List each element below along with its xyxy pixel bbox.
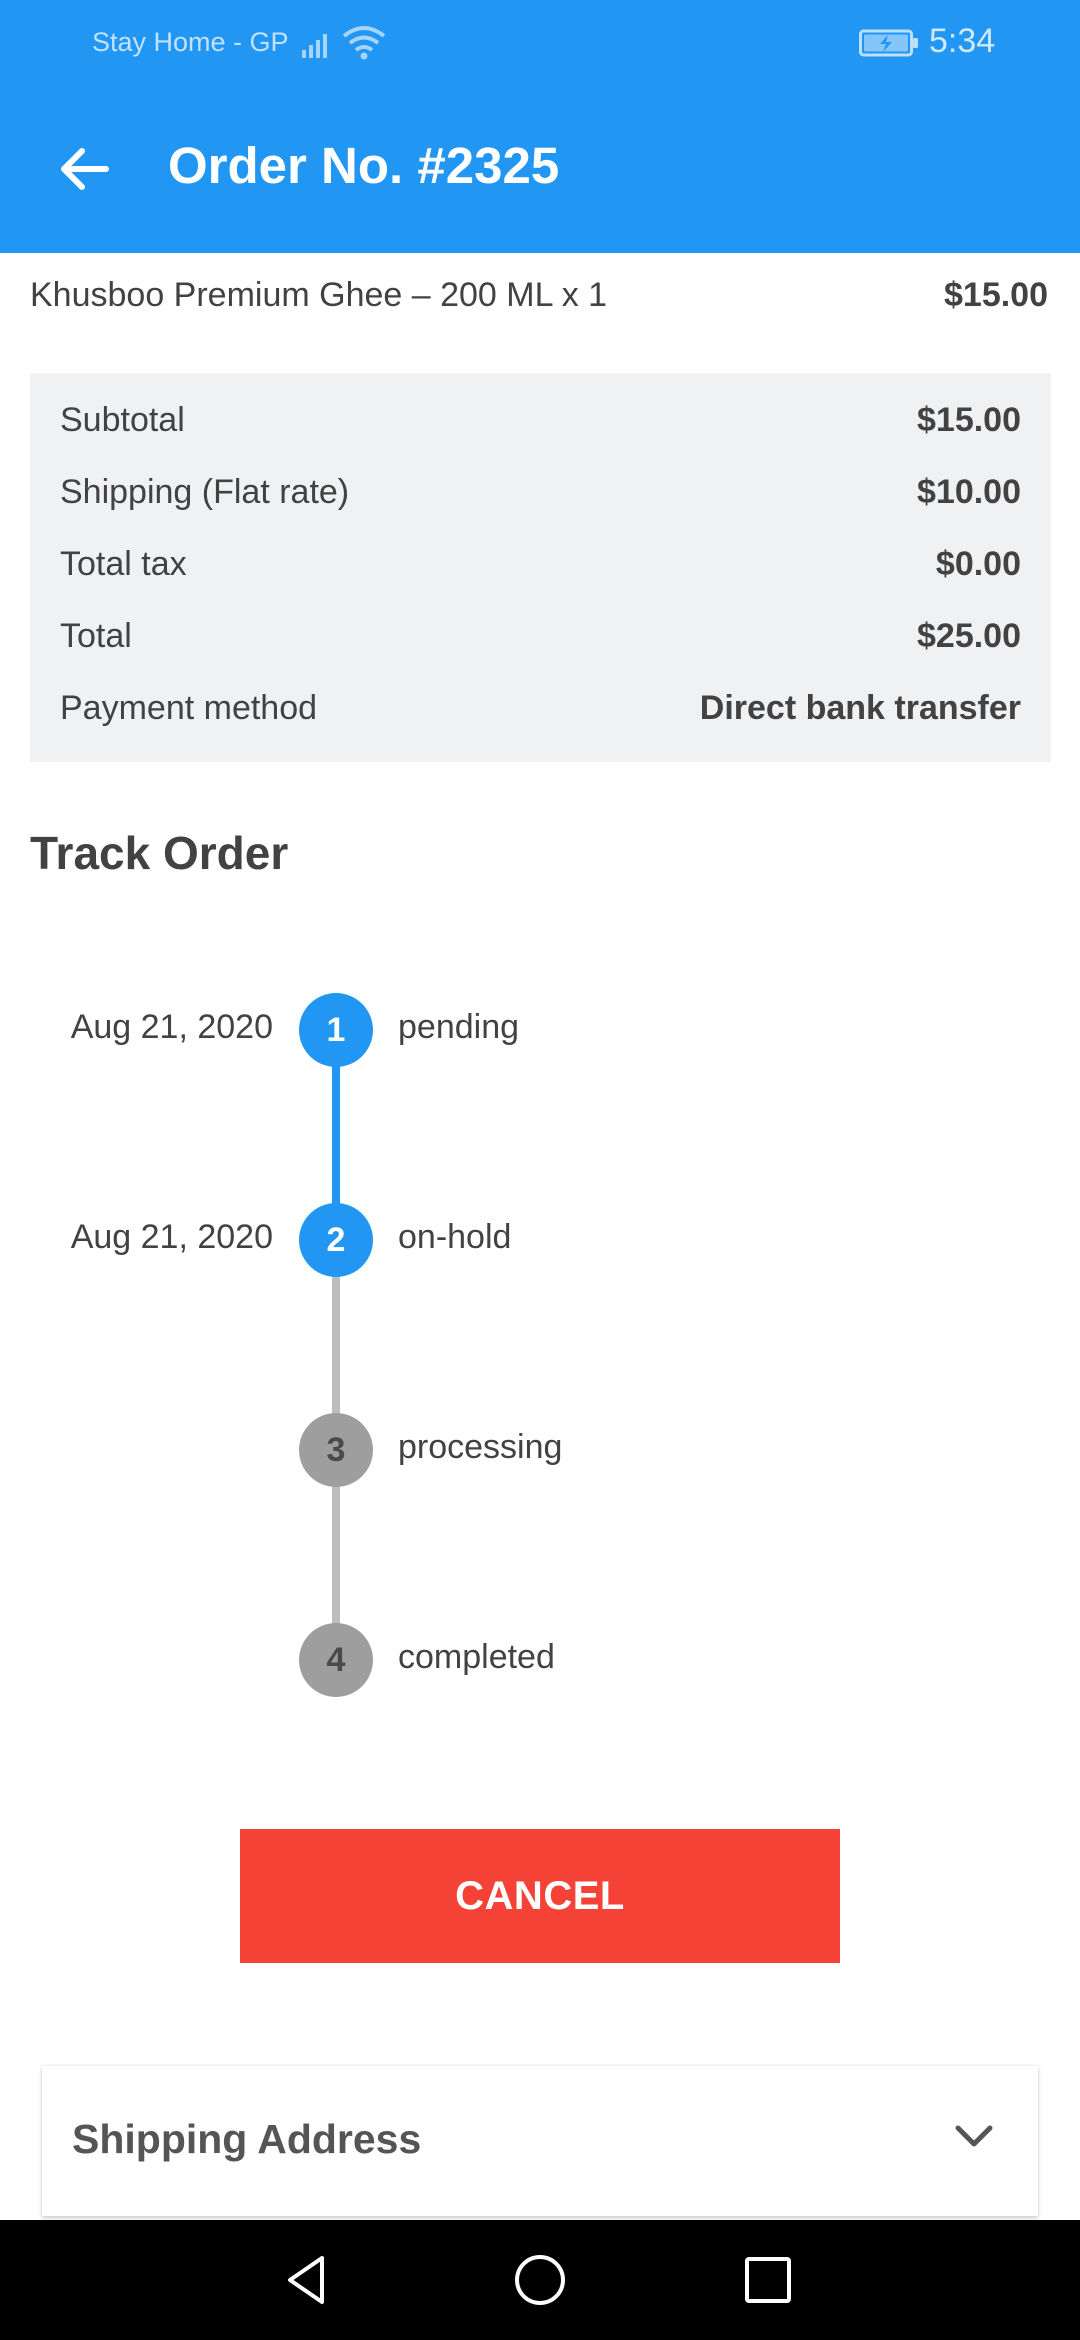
summary-row-subtotal: Subtotal $15.00 bbox=[60, 401, 1021, 451]
step-circle: 2 bbox=[299, 1203, 373, 1277]
summary-value: $0.00 bbox=[935, 545, 1021, 583]
step-date: Aug 21, 2020 bbox=[70, 1218, 273, 1256]
status-time: 5:34 bbox=[929, 22, 996, 60]
signal-icon bbox=[302, 34, 327, 58]
summary-label: Total bbox=[60, 617, 132, 655]
cancel-button[interactable]: CANCEL bbox=[240, 1829, 840, 1963]
system-nav-bar bbox=[0, 2220, 1080, 2340]
shipping-address-card[interactable]: Shipping Address bbox=[42, 2066, 1038, 2216]
summary-label: Total tax bbox=[60, 545, 187, 583]
product-name: Khusboo Premium Ghee – 200 ML x 1 bbox=[30, 276, 608, 314]
summary-value: $15.00 bbox=[917, 401, 1021, 439]
page-title: Order No. #2325 bbox=[168, 137, 560, 194]
summary-row-shipping: Shipping (Flat rate) $10.00 bbox=[60, 473, 1021, 523]
product-price: $15.00 bbox=[944, 276, 1048, 314]
step-circle: 4 bbox=[299, 1623, 373, 1697]
step-circle: 1 bbox=[299, 993, 373, 1067]
carrier-name: Stay Home - GP bbox=[92, 27, 289, 57]
summary-row-total: Total $25.00 bbox=[60, 617, 1021, 667]
step-label: completed bbox=[398, 1638, 555, 1676]
shipping-address-title: Shipping Address bbox=[72, 2116, 422, 2162]
order-line-item: Khusboo Premium Ghee – 200 ML x 1 $15.00 bbox=[30, 272, 1048, 324]
status-bar: Stay Home - GP 5:34 bbox=[0, 0, 1080, 86]
summary-label: Payment method bbox=[60, 689, 318, 727]
nav-back-icon[interactable] bbox=[278, 2250, 338, 2310]
track-order-heading: Track Order bbox=[30, 827, 289, 879]
step-label: pending bbox=[398, 1008, 520, 1046]
back-button[interactable] bbox=[50, 135, 118, 203]
summary-label: Subtotal bbox=[60, 401, 185, 439]
order-summary: Subtotal $15.00 Shipping (Flat rate) $10… bbox=[30, 373, 1051, 762]
summary-value: Direct bank transfer bbox=[699, 689, 1021, 727]
summary-row-payment: Payment method Direct bank transfer bbox=[60, 689, 1021, 739]
app-bar: Stay Home - GP 5:34 Order No. #2325 bbox=[0, 0, 1080, 253]
battery-charging-icon bbox=[859, 29, 918, 57]
step-circle: 3 bbox=[299, 1413, 373, 1487]
summary-value: $10.00 bbox=[917, 473, 1021, 511]
chevron-down-icon[interactable] bbox=[952, 2122, 996, 2152]
nav-home-icon[interactable] bbox=[510, 2250, 570, 2310]
summary-label: Shipping (Flat rate) bbox=[60, 473, 350, 511]
nav-recents-icon[interactable] bbox=[738, 2250, 798, 2310]
summary-value: $25.00 bbox=[917, 617, 1021, 655]
arrow-left-icon bbox=[61, 148, 109, 190]
step-label: on-hold bbox=[398, 1218, 512, 1256]
step-date: Aug 21, 2020 bbox=[70, 1008, 273, 1046]
wifi-icon bbox=[342, 26, 386, 60]
step-label: processing bbox=[398, 1428, 563, 1466]
summary-row-tax: Total tax $0.00 bbox=[60, 545, 1021, 595]
